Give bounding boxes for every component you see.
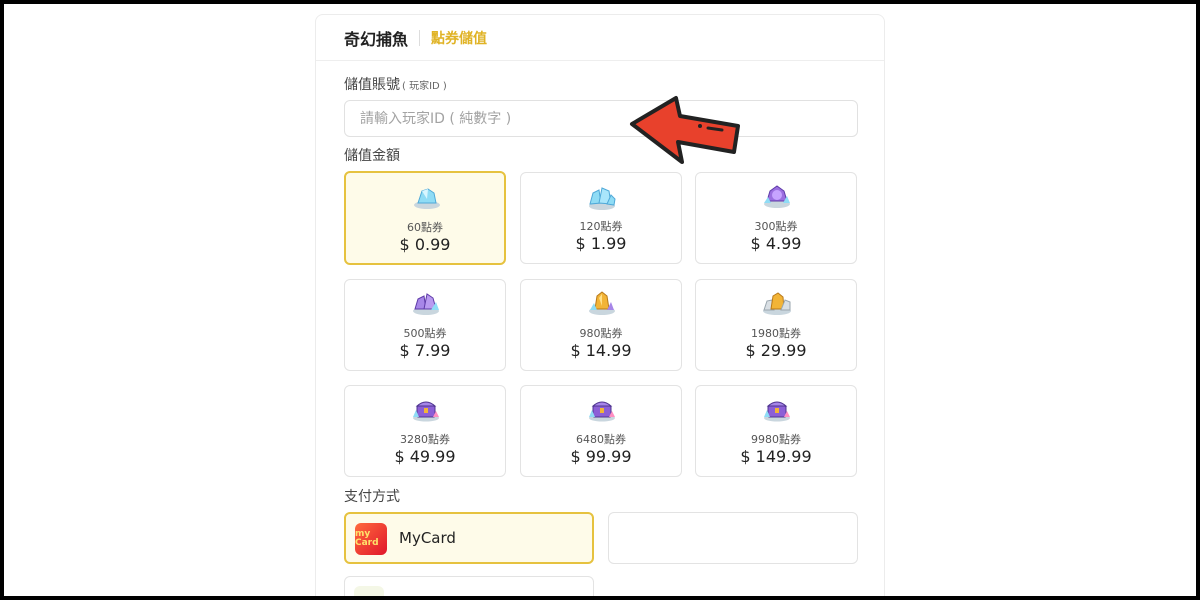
player-id-input[interactable]: [344, 100, 858, 137]
package-price: $ 4.99: [750, 234, 802, 253]
treasure-chest-icon: [589, 401, 615, 422]
package-300[interactable]: 300點券 $ 4.99: [695, 172, 857, 264]
package-points: 980點券: [579, 327, 623, 340]
package-120[interactable]: 120點券 $ 1.99: [520, 172, 682, 264]
crystal-cluster-icon: [589, 187, 616, 210]
package-points: 9980點券: [751, 433, 801, 446]
package-points: 120點券: [579, 220, 623, 233]
package-points: 60點券: [407, 221, 443, 234]
pointer-arrow-icon: [630, 96, 740, 164]
account-label-text: 儲值賬號: [344, 77, 400, 93]
mycard-logo-text: my Card: [355, 529, 379, 548]
package-points: 6480點券: [576, 433, 626, 446]
payment-method-next[interactable]: [344, 576, 594, 600]
package-6480[interactable]: 6480點券 $ 99.99: [520, 385, 682, 477]
package-price: $ 0.99: [399, 235, 451, 254]
package-500[interactable]: 500點券 $ 7.99: [344, 279, 506, 371]
account-label-hint: ( 玩家ID ): [402, 81, 447, 92]
mycard-logo: my Card: [355, 523, 387, 555]
game-title: 奇幻捕魚: [344, 29, 409, 49]
gold-crystal-icon: [589, 291, 615, 315]
package-points: 500點券: [403, 327, 447, 340]
account-label: 儲值賬號( 玩家ID ): [344, 74, 447, 94]
payment-mycard[interactable]: my Card MyCard: [344, 512, 594, 564]
topup-card: 奇幻捕魚 點券儲值 儲值賬號( 玩家ID ) 儲值金額 60點券 $ 0.99 …: [315, 14, 885, 600]
payment-logo-partial: [354, 586, 384, 600]
section-title[interactable]: 點券儲值: [431, 28, 487, 48]
package-price: $ 1.99: [575, 234, 627, 253]
package-price: $ 7.99: [399, 341, 451, 360]
package-3280[interactable]: 3280點券 $ 49.99: [344, 385, 506, 477]
payment-method-empty[interactable]: [608, 512, 858, 564]
package-points: 1980點券: [751, 327, 801, 340]
package-points: 300點券: [754, 220, 798, 233]
package-price: $ 14.99: [570, 341, 632, 360]
header-divider: [419, 29, 421, 46]
package-60[interactable]: 60點券 $ 0.99: [344, 171, 506, 265]
treasure-chest-icon: [764, 401, 790, 422]
purple-crystal-icon: [413, 293, 439, 315]
package-980[interactable]: 980點券 $ 14.99: [520, 279, 682, 371]
package-9980[interactable]: 9980點券 $ 149.99: [695, 385, 857, 477]
package-price: $ 49.99: [394, 447, 456, 466]
card-header: 奇幻捕魚 點券儲值: [316, 15, 884, 61]
package-price: $ 99.99: [570, 447, 632, 466]
treasure-chest-icon: [413, 401, 439, 422]
purple-gem-icon: [764, 185, 790, 208]
gold-crystal-pile-icon: [763, 292, 791, 315]
crystal-small-icon: [414, 188, 440, 209]
payment-method-label: MyCard: [399, 529, 456, 547]
package-1980[interactable]: 1980點券 $ 29.99: [695, 279, 857, 371]
amount-label: 儲值金額: [344, 148, 400, 164]
package-price: $ 149.99: [740, 447, 812, 466]
package-price: $ 29.99: [745, 341, 807, 360]
payment-label: 支付方式: [344, 489, 400, 505]
package-points: 3280點券: [400, 433, 450, 446]
